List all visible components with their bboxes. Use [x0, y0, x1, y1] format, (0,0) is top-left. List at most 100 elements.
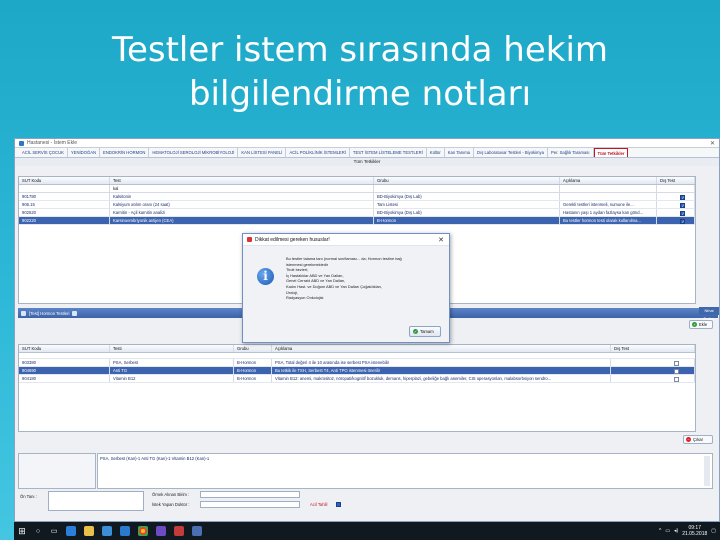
cell-group: BD-Biyokimya (Dış Lab) [374, 193, 560, 200]
column-header[interactable]: Açıklama [272, 345, 611, 352]
external-test-checkbox[interactable] [680, 202, 685, 208]
remove-button[interactable]: − Çıkar [683, 435, 713, 444]
table-row-selected[interactable]: 904690 Anti TG B-Hormon Bu tetkik ile TS… [19, 367, 695, 375]
window-close-icon[interactable]: ✕ [710, 140, 715, 147]
dialog-message: Bu testler talama tanı (normal sınıflama… [286, 256, 446, 301]
category-tabs: ACİL SERVİS ÇOCUK YENİDOĞAN ENDOKRİN HOR… [15, 148, 719, 158]
warning-dialog: Dikkat edilmesi gereken hususlar! ✕ i Bu… [242, 233, 450, 343]
chrome-icon[interactable] [138, 526, 148, 536]
plus-icon: + [692, 322, 697, 327]
table-row-selected[interactable]: 902220 Karsinoembriyonik antijen (CEA) B… [19, 217, 695, 225]
cell-test: PSA, Serbest [110, 359, 234, 366]
filter-input[interactable] [19, 185, 110, 192]
tab-kan-listesi[interactable]: KAN LİSTESİ PANELİ [238, 148, 287, 157]
sample-unit-label: Örnek Alınan Birim : [152, 492, 190, 497]
windows-start-icon[interactable]: ⊞ [14, 522, 30, 540]
folder-icon[interactable] [84, 526, 94, 536]
add-button[interactable]: + Ekle [689, 320, 713, 329]
cell-code: 903380 [19, 359, 110, 366]
final-value-label[interactable]: Nihai Değer [699, 307, 719, 321]
column-header[interactable]: SUT Kodu [19, 345, 110, 352]
table-row[interactable]: 902520 Karnitin - Açil karnitin analizi … [19, 209, 695, 217]
cell-test: Vitamin B12 [110, 375, 234, 382]
cell-code: 901780 [19, 193, 110, 200]
cell-external [611, 367, 695, 374]
emergency-checkbox[interactable] [336, 502, 341, 507]
requesting-doctor-select[interactable] [200, 501, 300, 508]
selected-group-label[interactable]: [Test] Hormon Testleri [29, 311, 69, 316]
column-header[interactable]: Dış Test [611, 345, 695, 352]
external-test-checkbox[interactable] [680, 210, 685, 216]
dialog-close-icon[interactable]: ✕ [438, 236, 444, 244]
tab-kan-tanima[interactable]: Kan Tanıma [445, 148, 475, 157]
filter-input[interactable]: kal [110, 185, 374, 192]
filter-input[interactable] [657, 185, 695, 192]
column-header[interactable]: Grubu [234, 345, 272, 352]
tab-saglik-taramasi[interactable]: Per. Sağlık Taraması [548, 148, 594, 157]
tab-test-istem[interactable]: TEST İSTEM LİSTELEME TESTLERİ [350, 148, 427, 157]
chevron-up-icon[interactable]: ^ [659, 528, 661, 534]
cell-group: B-Hormon [234, 359, 272, 366]
cell-external [657, 201, 695, 208]
app-icon-purple[interactable] [156, 526, 166, 536]
column-header[interactable]: Dış Test [657, 177, 695, 184]
cell-note: Bu testler hormon testi olarak kullanılm… [560, 217, 657, 224]
search-icon[interactable]: ○ [30, 522, 46, 540]
external-test-checkbox[interactable] [674, 368, 679, 374]
pre-diagnosis-input[interactable] [48, 491, 144, 511]
app-icon [19, 140, 24, 146]
cell-note: PSA, Total değeri 4 ile 10 arasında ise … [272, 359, 611, 366]
cell-external [657, 193, 695, 200]
browser-icon[interactable] [66, 526, 76, 536]
external-test-checkbox[interactable] [680, 194, 685, 200]
table-row[interactable]: 903380 PSA, Serbest B-Hormon PSA, Total … [19, 359, 695, 367]
external-test-checkbox[interactable] [680, 218, 685, 224]
hospital-app-icon[interactable] [192, 526, 202, 536]
filter-input[interactable] [374, 185, 560, 192]
summary-scrollbar[interactable] [704, 456, 710, 486]
table-row[interactable]: 904180 Vitamin B12 B-Hormon Vitamin B12:… [19, 375, 695, 383]
app-icon-red[interactable] [174, 526, 184, 536]
slide-title-line-2: bilgilendirme notları [188, 74, 532, 114]
order-summary-text: PSA, Serbest (Kan)-1 Anti TG (Kan)-1 Vit… [100, 456, 210, 461]
tab-dis-laboratuvar[interactable]: Dış Laboratuvar Testleri - Biyokimya [474, 148, 548, 157]
tab-kultur[interactable]: Kültür [427, 148, 445, 157]
warning-icon [247, 237, 252, 242]
sample-unit-select[interactable] [200, 491, 300, 498]
table-row[interactable]: 901780 Kalsitonin BD-Biyokimya (Dış Lab) [19, 193, 695, 201]
system-tray: ^ ▭ ◂) 09:17 21.05.2018 ▢ [659, 525, 720, 537]
cell-test: Kalsitonin [110, 193, 374, 200]
filter-input[interactable] [560, 185, 657, 192]
ok-button[interactable]: ✓ Tamam [409, 326, 441, 337]
clock[interactable]: 09:17 21.05.2018 [682, 525, 707, 537]
tab-hematoloji[interactable]: HEMATOLOJİ SEROLOJİ MİKROBİYOLOJİ [149, 148, 239, 157]
slide-title: Testler istem sırasında hekim bilgilendi… [0, 28, 720, 116]
tab-endokrin-hormon[interactable]: ENDOKRİN HORMON [100, 148, 150, 157]
column-header[interactable]: SUT Kodu [19, 177, 110, 184]
emergency-label: Acil Tahlil [310, 502, 328, 507]
external-test-checkbox[interactable] [674, 376, 679, 382]
mail-icon[interactable] [120, 526, 130, 536]
volume-icon[interactable]: ◂) [674, 528, 678, 534]
notifications-icon[interactable]: ▢ [711, 528, 716, 534]
remove-group-icon[interactable] [72, 310, 78, 316]
tab-tum-tetkikler[interactable]: Tüm Tetkikler [593, 148, 629, 157]
network-icon[interactable]: ▭ [665, 528, 670, 534]
tab-acil-poliklinik[interactable]: ACİL POLİKLİNİK İSTEMLERİ [286, 148, 350, 157]
requesting-doctor-label: İstek Yapan Doktor : [152, 502, 190, 507]
external-test-checkbox[interactable] [674, 360, 679, 366]
store-icon[interactable] [102, 526, 112, 536]
task-view-icon[interactable]: ▭ [46, 522, 62, 540]
window-title: Hastanesi - İstem Ekle [27, 140, 78, 146]
order-summary[interactable]: PSA, Serbest (Kan)-1 Anti TG (Kan)-1 Vit… [97, 453, 713, 489]
tab-acil-servis-cocuk[interactable]: ACİL SERVİS ÇOCUK [19, 148, 68, 157]
grid-subtitle: Tüm Tetkikler [15, 158, 719, 166]
tab-yenidogan[interactable]: YENİDOĞAN [68, 148, 101, 157]
table-row[interactable]: 906.15 Kalsiyum atılım oranı (24 saat) T… [19, 201, 695, 209]
add-button-label: Ekle [699, 322, 708, 327]
column-header[interactable]: Açıklama [560, 177, 657, 184]
dialog-title: Dikkat edilmesi gereken hususlar! [255, 236, 330, 243]
column-header[interactable]: Testi [110, 345, 234, 352]
column-header[interactable]: Grubu [374, 177, 560, 184]
column-header[interactable]: Test [110, 177, 374, 184]
